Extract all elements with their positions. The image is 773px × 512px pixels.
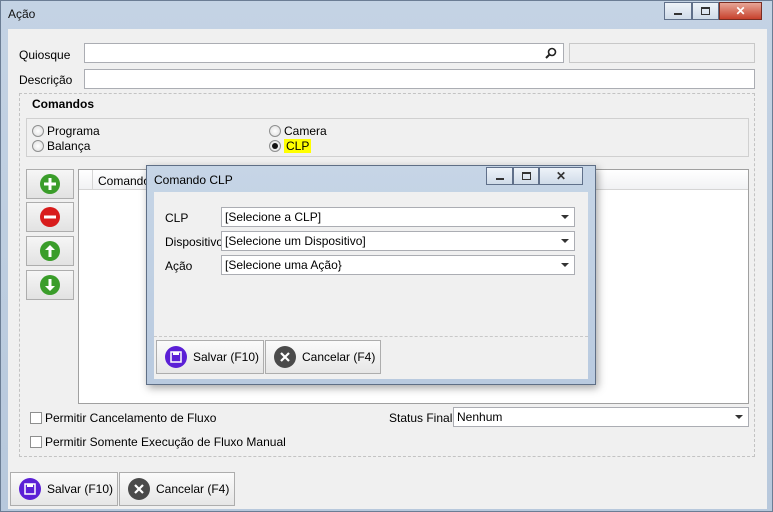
dialog-acao-label: Ação xyxy=(165,259,193,273)
checkbox-permitir-somente[interactable]: Permitir Somente Execução de Fluxo Manua… xyxy=(30,435,286,449)
dialog-dispositivo-label: Dispositivo xyxy=(165,235,224,249)
command-type-panel xyxy=(26,118,749,157)
chevron-down-icon xyxy=(561,239,569,243)
radio-circle-selected xyxy=(269,140,281,152)
window-controls: ✕ xyxy=(664,2,762,20)
checkbox-permitir-cancelamento-label: Permitir Cancelamento de Fluxo xyxy=(45,411,217,425)
dialog-close-button[interactable]: ✕ xyxy=(539,167,583,185)
comandos-title: Comandos xyxy=(32,97,95,111)
dialog-maximize-button[interactable] xyxy=(513,167,539,185)
dialog-minimize-button[interactable] xyxy=(486,167,513,185)
radio-clp[interactable]: CLP xyxy=(269,139,312,153)
minimize-button[interactable] xyxy=(664,2,692,20)
dialog-clp-label: CLP xyxy=(165,211,189,225)
status-final-select[interactable]: Nenhum xyxy=(453,407,749,427)
arrow-up-icon xyxy=(40,241,60,261)
remove-icon xyxy=(40,207,60,227)
add-icon xyxy=(40,174,60,194)
move-up-button[interactable] xyxy=(26,236,74,266)
dialog-title: Comando CLP xyxy=(154,173,233,187)
close-icon: ✕ xyxy=(735,4,746,18)
radio-programa[interactable]: Programa xyxy=(32,124,100,138)
descricao-label: Descrição xyxy=(19,73,73,87)
cancel-icon xyxy=(128,478,150,500)
status-final-label: Status Final xyxy=(389,411,453,425)
chevron-down-icon xyxy=(561,263,569,267)
window-title: Ação xyxy=(8,7,36,21)
acao-select-value: [Selecione uma Ação} xyxy=(225,258,342,272)
arrow-down-icon xyxy=(40,275,60,295)
dialog-cancel-button[interactable]: Cancelar (F4) xyxy=(265,340,381,374)
radio-circle xyxy=(32,125,44,137)
quiosque-input[interactable] xyxy=(84,43,564,63)
checkbox-permitir-somente-label: Permitir Somente Execução de Fluxo Manua… xyxy=(45,435,286,449)
dialog-window-controls: ✕ xyxy=(486,167,583,185)
save-button-label: Salvar (F10) xyxy=(47,482,114,496)
dialog-cancel-button-label: Cancelar (F4) xyxy=(302,350,376,364)
dialog-save-button-label: Salvar (F10) xyxy=(193,350,260,364)
cancel-button-label: Cancelar (F4) xyxy=(156,482,230,496)
maximize-icon xyxy=(701,7,710,15)
radio-circle xyxy=(32,140,44,152)
radio-balanca-label: Balança xyxy=(47,139,91,153)
dialog-divider xyxy=(154,336,588,337)
remove-command-button[interactable] xyxy=(26,202,74,232)
quiosque-label: Quiosque xyxy=(19,48,71,62)
move-down-button[interactable] xyxy=(26,270,74,300)
radio-balanca[interactable]: Balança xyxy=(32,139,90,153)
save-button[interactable]: Salvar (F10) xyxy=(10,472,118,506)
grid-column-comando[interactable]: Comando xyxy=(98,174,150,188)
search-icon[interactable] xyxy=(545,47,557,59)
radio-camera-label: Camera xyxy=(284,124,327,138)
descricao-input[interactable] xyxy=(84,69,755,89)
save-icon xyxy=(165,346,187,368)
checkbox-permitir-cancelamento[interactable]: Permitir Cancelamento de Fluxo xyxy=(30,411,216,425)
checkbox-box xyxy=(30,412,42,424)
clp-select-value: [Selecione a CLP] xyxy=(225,210,322,224)
radio-circle xyxy=(269,125,281,137)
dialog-save-button[interactable]: Salvar (F10) xyxy=(156,340,264,374)
minimize-icon xyxy=(495,178,504,180)
status-final-value: Nenhum xyxy=(457,410,503,424)
cancel-button[interactable]: Cancelar (F4) xyxy=(119,472,235,506)
maximize-icon xyxy=(521,172,531,180)
close-button[interactable]: ✕ xyxy=(719,2,762,20)
maximize-button[interactable] xyxy=(692,2,719,20)
close-icon: ✕ xyxy=(555,169,567,183)
checkbox-box xyxy=(30,436,42,448)
save-icon xyxy=(19,478,41,500)
add-command-button[interactable] xyxy=(26,169,74,199)
grid-row-header xyxy=(79,170,93,190)
comando-clp-dialog: Comando CLP ✕ CLP [Selecione a CLP] Disp… xyxy=(146,165,596,385)
minimize-icon xyxy=(674,13,682,15)
radio-programa-label: Programa xyxy=(47,124,100,138)
radio-clp-label: CLP xyxy=(284,139,312,153)
chevron-down-icon xyxy=(561,215,569,219)
cancel-icon xyxy=(274,346,296,368)
dispositivo-select[interactable]: [Selecione um Dispositivo] xyxy=(221,231,575,251)
acao-select[interactable]: [Selecione uma Ação} xyxy=(221,255,575,275)
quiosque-name-field xyxy=(569,43,755,63)
dialog-body: CLP [Selecione a CLP] Dispositivo [Selec… xyxy=(154,192,588,379)
clp-select[interactable]: [Selecione a CLP] xyxy=(221,207,575,227)
radio-camera[interactable]: Camera xyxy=(269,124,327,138)
chevron-down-icon xyxy=(735,415,743,419)
dispositivo-select-value: [Selecione um Dispositivo] xyxy=(225,234,366,248)
